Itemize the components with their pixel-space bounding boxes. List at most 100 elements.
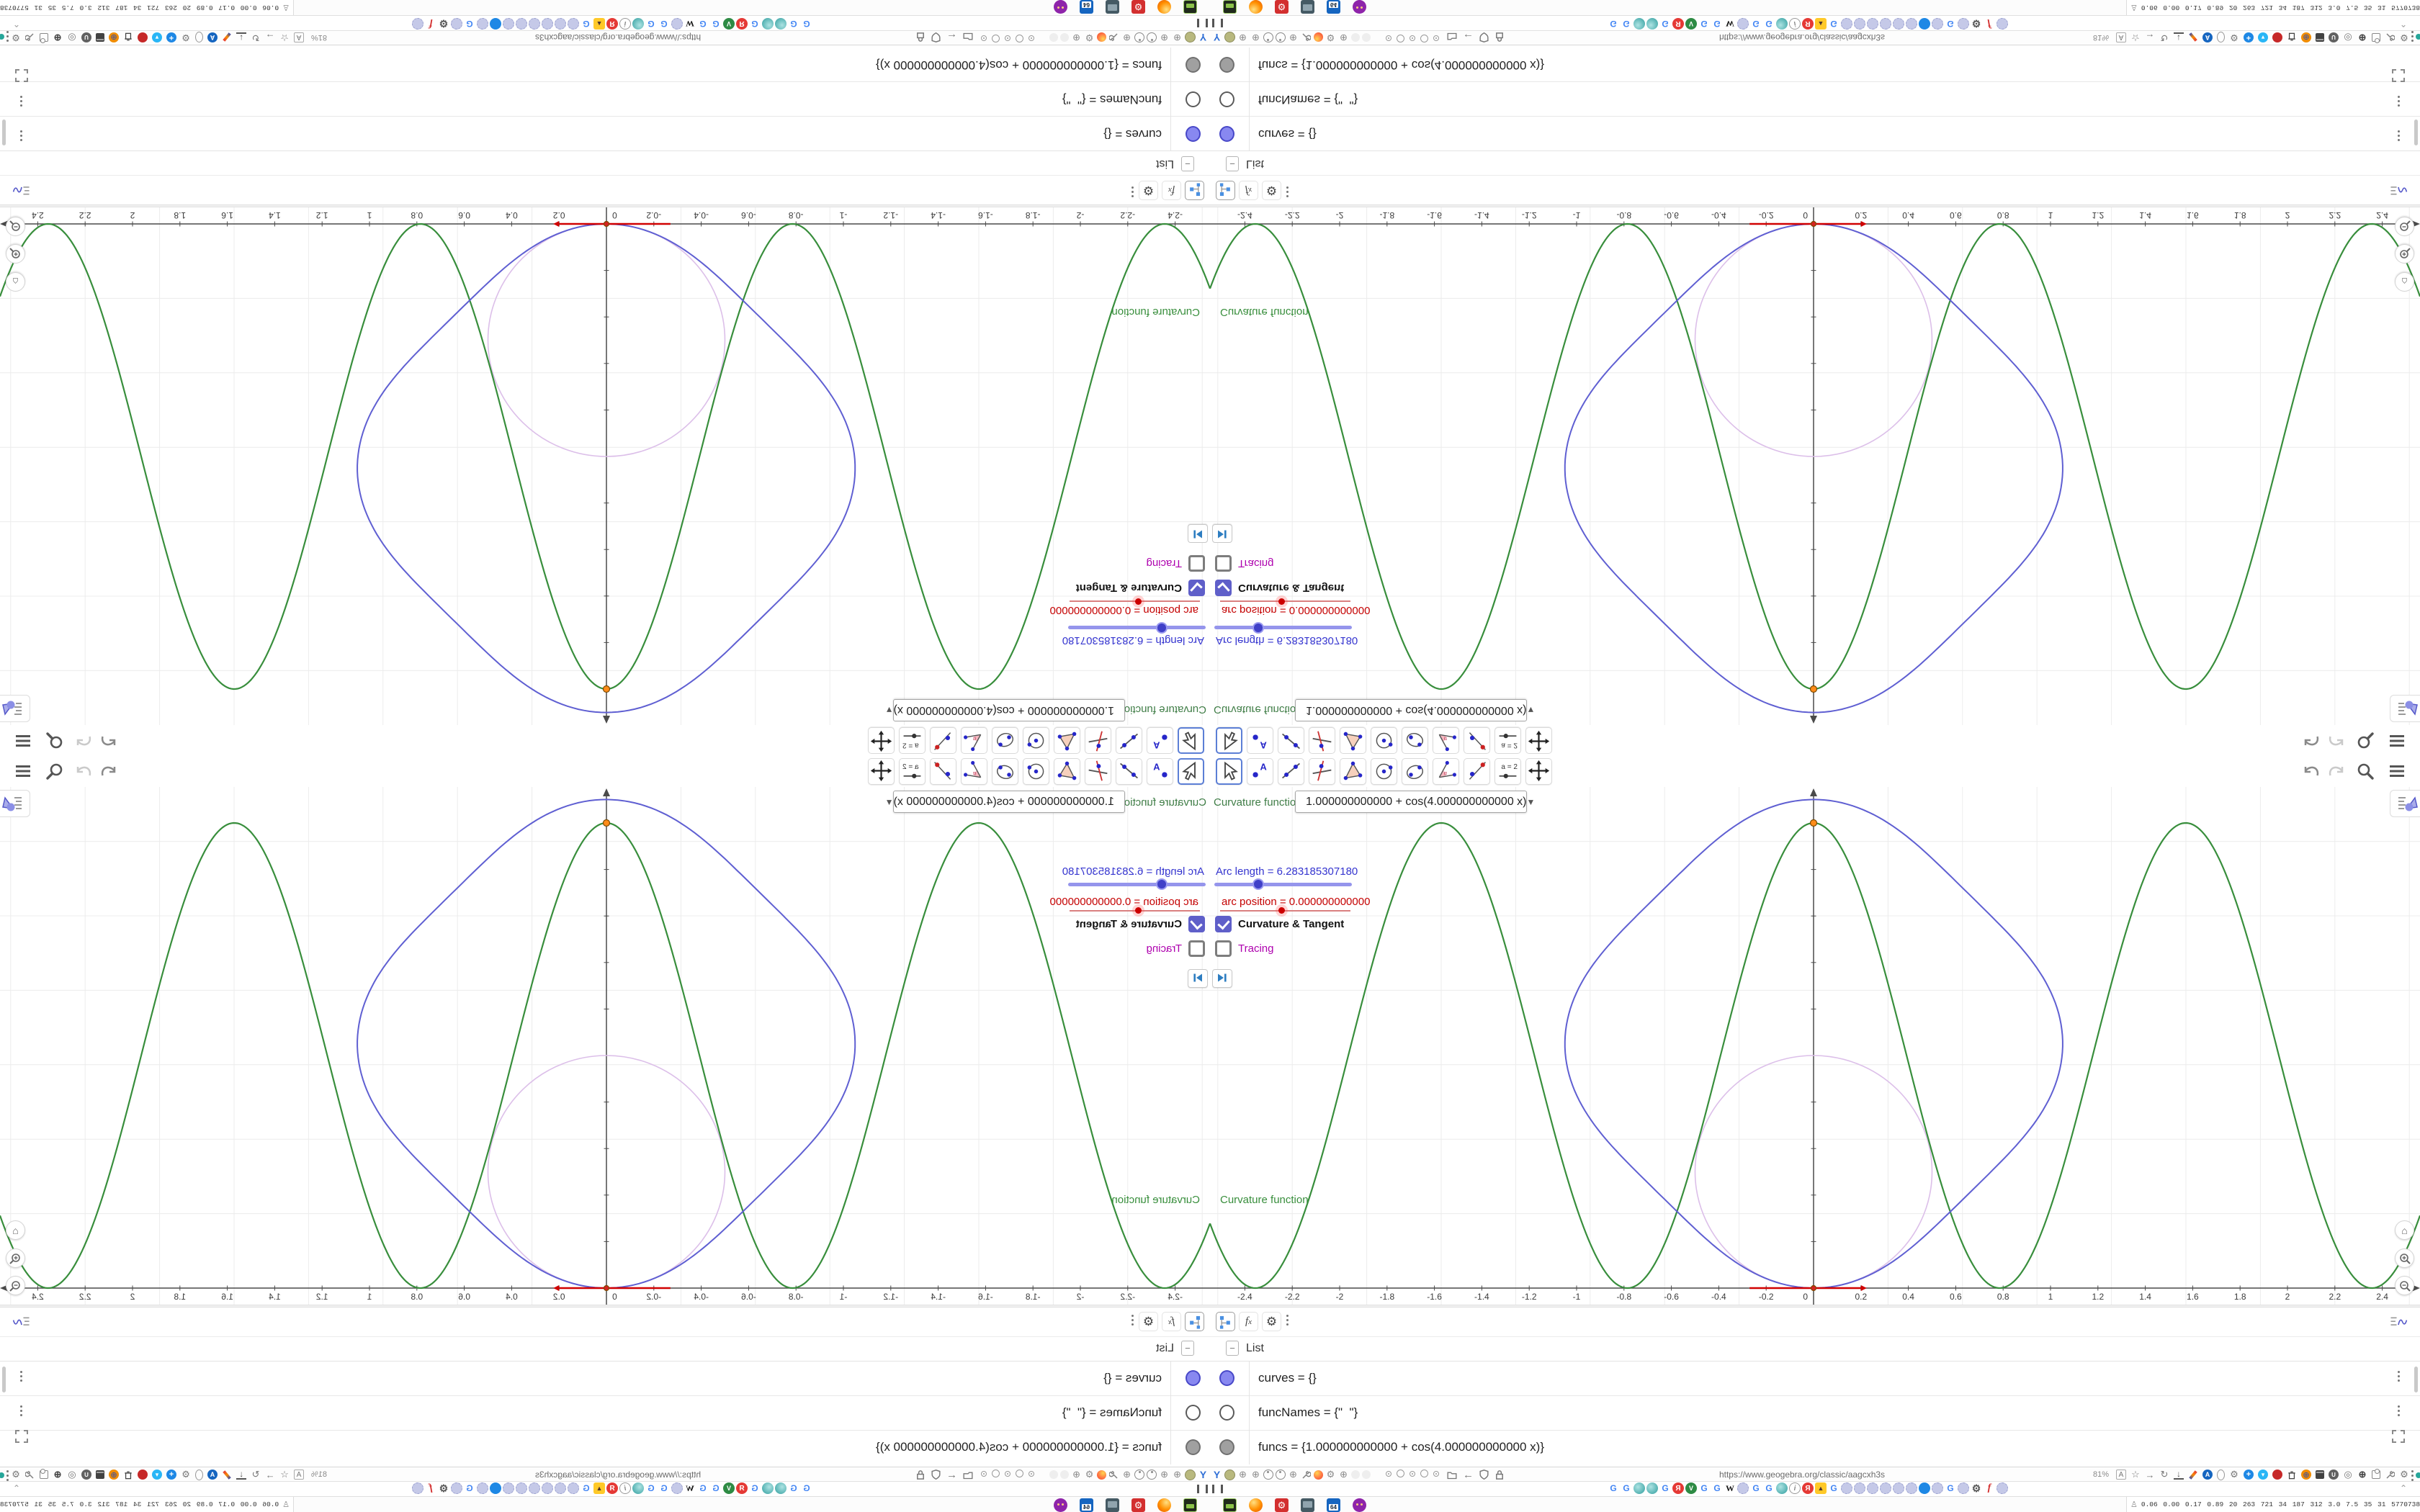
reload-icon[interactable]: ↻ bbox=[251, 32, 261, 43]
red-circle-icon[interactable] bbox=[138, 1470, 148, 1480]
bookmark-favicon-wiki[interactable]: W bbox=[1724, 1482, 1736, 1494]
bookmark-favicon-flower[interactable] bbox=[451, 18, 462, 30]
bookmark-favicon-yandex[interactable]: Я bbox=[1802, 1482, 1814, 1494]
bookmark-favicon-flower[interactable] bbox=[1996, 18, 2008, 30]
tool-reflect-button[interactable] bbox=[930, 758, 956, 785]
gear-icon[interactable]: ⚙ bbox=[2399, 32, 2409, 43]
algebra-scrollbar[interactable] bbox=[2, 1367, 6, 1392]
bookmark-favicon-flower[interactable] bbox=[1854, 1482, 1865, 1494]
algebra-row-curves[interactable]: curves = {} bbox=[1210, 116, 2420, 151]
pause-icon[interactable] bbox=[1212, 1485, 1223, 1493]
tool-slider-button[interactable]: a = 2 bbox=[899, 758, 926, 785]
tool-angle-button[interactable]: α bbox=[961, 758, 987, 785]
gauge-icon[interactable] bbox=[1134, 32, 1144, 42]
algebra-more-button[interactable] bbox=[1131, 1313, 1134, 1327]
row-menu-button[interactable] bbox=[2398, 94, 2400, 108]
visibility-marble[interactable] bbox=[1186, 57, 1201, 73]
row-menu-button[interactable] bbox=[2398, 1369, 2400, 1383]
algebra-row-curves[interactable]: curves = {} bbox=[0, 116, 1210, 151]
bookmark-favicon-google[interactable]: G bbox=[801, 18, 812, 30]
tool-move-view-button[interactable] bbox=[868, 758, 895, 785]
visibility-marble[interactable] bbox=[1219, 1439, 1234, 1455]
flower-icon[interactable]: ⚙ bbox=[181, 32, 191, 43]
ghost-icon[interactable] bbox=[1351, 1470, 1360, 1479]
firefox-icon[interactable] bbox=[1314, 1470, 1323, 1480]
bookmark-favicon-google[interactable]: G bbox=[581, 1482, 592, 1494]
bookmark-favicon-flower[interactable] bbox=[477, 1482, 488, 1494]
bookmark-favicon-google[interactable]: G bbox=[788, 18, 799, 30]
ghost-icon[interactable] bbox=[1060, 33, 1069, 42]
taskbar-app-floppy-64[interactable] bbox=[1327, 0, 1340, 14]
bookmark-favicon-image[interactable]: ▲ bbox=[593, 18, 605, 30]
chevron-up-icon[interactable]: ⌃ bbox=[2400, 1483, 2407, 1493]
zoom-search-button[interactable] bbox=[45, 762, 65, 782]
globe-icon[interactable]: ⊕ bbox=[1288, 32, 1299, 43]
bookmark-favicon-yandex[interactable]: Я bbox=[1672, 18, 1684, 30]
visibility-marble[interactable] bbox=[1186, 126, 1201, 142]
puzzle-icon[interactable] bbox=[40, 1470, 48, 1479]
zoom-out-button[interactable] bbox=[2395, 1276, 2414, 1295]
home-view-button[interactable]: ⌂ bbox=[6, 1220, 25, 1240]
bookmark-favicon-flower[interactable] bbox=[1906, 1482, 1917, 1494]
box-icon[interactable] bbox=[2316, 33, 2324, 42]
zoom-in-button[interactable] bbox=[2395, 1248, 2414, 1268]
taskbar-app-screenshot-tool[interactable] bbox=[1301, 1498, 1314, 1512]
undo-button[interactable] bbox=[2301, 762, 2321, 782]
menu-button[interactable] bbox=[2387, 730, 2407, 750]
graphics-view[interactable]: -2.4 -2.2 -2 -1.8 -1.6 -1.4 -1.2 -1 -0.8 -0.6 -0.4… bbox=[1210, 207, 2420, 725]
tool-perpendicular-line-button[interactable] bbox=[1085, 727, 1111, 754]
bookmark-favicon-flower[interactable] bbox=[477, 18, 488, 30]
bookmark-favicon-swirl[interactable] bbox=[1634, 1482, 1645, 1494]
redo-button[interactable] bbox=[2326, 730, 2347, 750]
arc-length-slider-knob[interactable] bbox=[1155, 878, 1168, 890]
bookmark-favicon-yandex[interactable]: Я bbox=[606, 1482, 618, 1494]
taskbar-app-screenshot-tool[interactable] bbox=[1106, 1498, 1119, 1512]
tool-point-button[interactable]: A bbox=[1247, 727, 1273, 754]
lock-icon[interactable] bbox=[1494, 1469, 1505, 1480]
bookmark-favicon-swirl[interactable] bbox=[775, 1482, 786, 1494]
taskbar-app-floppy-64[interactable] bbox=[1080, 1498, 1093, 1512]
oval-icon[interactable] bbox=[2217, 32, 2225, 43]
bookmark-favicon-flower[interactable] bbox=[1841, 18, 1852, 30]
spiral-icon[interactable]: ◎ bbox=[67, 32, 77, 43]
bookmark-favicon-flower[interactable] bbox=[1880, 1482, 1891, 1494]
bookmark-favicon-google[interactable]: G bbox=[1621, 18, 1632, 30]
oval-icon[interactable] bbox=[195, 1469, 203, 1480]
taskbar-app-drive-green[interactable] bbox=[1223, 0, 1237, 14]
globe-icon[interactable]: ⊕ bbox=[1250, 32, 1261, 43]
tool-point-button[interactable]: A bbox=[1147, 758, 1173, 785]
algebra-more-button[interactable] bbox=[1131, 185, 1134, 199]
tracing-checkbox[interactable] bbox=[1215, 940, 1232, 957]
bookmark-favicon-image[interactable]: ▲ bbox=[1815, 18, 1827, 30]
bookmark-favicon-swirl[interactable] bbox=[1634, 18, 1645, 30]
lock-icon[interactable] bbox=[1494, 32, 1505, 43]
y-icon[interactable]: Y bbox=[1198, 32, 1209, 43]
a-blue-icon[interactable]: A bbox=[207, 32, 218, 42]
zoom-in-button[interactable] bbox=[6, 1248, 25, 1268]
box-icon[interactable] bbox=[96, 33, 104, 42]
redo-button[interactable] bbox=[2326, 762, 2347, 782]
view-splitter[interactable] bbox=[0, 204, 1210, 207]
bookmark-favicon-swirl[interactable] bbox=[1776, 1482, 1788, 1494]
algebra-more-button[interactable] bbox=[1286, 1313, 1289, 1327]
shield-icon[interactable]: ▾ bbox=[152, 1470, 162, 1480]
marker-icon[interactable] bbox=[2188, 32, 2198, 42]
bookmark-favicon-flower[interactable] bbox=[1893, 1482, 1904, 1494]
algebra-fx-button[interactable]: fx bbox=[1239, 1312, 1258, 1331]
wrench-icon[interactable] bbox=[1108, 1470, 1119, 1480]
algebra-tree-view-button[interactable] bbox=[1185, 1312, 1204, 1331]
star-icon[interactable]: ☆ bbox=[2130, 1469, 2141, 1480]
folder-icon[interactable] bbox=[962, 1470, 974, 1480]
bookmark-favicon-flower[interactable] bbox=[1841, 1482, 1852, 1494]
bookmark-favicon-wave[interactable]: V bbox=[723, 1482, 735, 1494]
bookmark-favicon-fred[interactable]: f bbox=[1984, 18, 1995, 30]
bookmark-favicon-image[interactable]: ▲ bbox=[1815, 1482, 1827, 1494]
visibility-marble[interactable] bbox=[1219, 57, 1234, 73]
ghost-icon[interactable] bbox=[1362, 33, 1371, 42]
browser-more-button[interactable] bbox=[6, 1469, 9, 1482]
zoom-in-button[interactable] bbox=[6, 244, 25, 264]
gauge-icon[interactable] bbox=[1147, 1470, 1157, 1480]
bookmark-favicon-flower[interactable] bbox=[516, 1482, 527, 1494]
wrench-icon[interactable] bbox=[25, 1470, 35, 1480]
globe-dark-icon[interactable]: ⊕ bbox=[2357, 32, 2367, 43]
